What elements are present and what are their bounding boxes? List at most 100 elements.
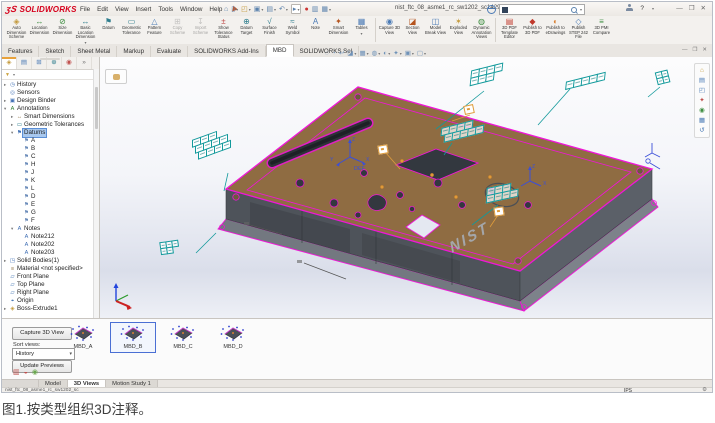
dynamic-annotation-views-button[interactable]: ◍Dynamic Annotation Views: [470, 16, 493, 44]
featuremanager-tab[interactable]: ◈: [2, 57, 17, 69]
tab-markup[interactable]: Markup: [117, 46, 151, 57]
capture-3d-view-button[interactable]: ◉Capture 3D View: [378, 16, 401, 44]
display-style-icon[interactable]: ◍▾: [372, 49, 381, 57]
preview-icon[interactable]: ◉: [32, 369, 38, 377]
filter-icon[interactable]: ▼: [5, 72, 10, 78]
3d-pmi-compare-button[interactable]: ≡3D PMI Compare: [590, 16, 613, 44]
dropdown-caret[interactable]: ▾: [249, 7, 251, 12]
dropdown-caret[interactable]: ▾: [274, 7, 276, 12]
surface-finish-button[interactable]: √Surface Finish: [258, 16, 281, 44]
dropdown-caret[interactable]: ▾: [350, 31, 373, 36]
zoom-area-icon[interactable]: ◔: [332, 50, 336, 57]
tree-item-c[interactable]: ⚑C: [2, 153, 94, 161]
search-dropdown-icon[interactable]: ▾: [580, 7, 582, 12]
annotation-views-icon[interactable]: ▦▾: [359, 49, 368, 57]
palette-icon[interactable]: ✦: [699, 97, 704, 104]
dropdown-caret[interactable]: ▾: [400, 51, 402, 56]
appearance-icon[interactable]: ✦▾: [393, 49, 401, 57]
view-thumbnail-mbd_a[interactable]: MBD_A: [60, 322, 106, 353]
auto-dimension-scheme-button[interactable]: ◈Auto Dimension Scheme: [5, 16, 28, 44]
publish-to-3d-pdf-button[interactable]: ◆Publish to 3D PDF: [521, 16, 544, 44]
open-icon[interactable]: ◰▾: [241, 5, 251, 13]
close-button[interactable]: ✕: [701, 4, 706, 13]
tree-item-d[interactable]: ⚑D: [2, 193, 94, 201]
resources-icon[interactable]: ▤: [699, 77, 705, 84]
menu-tools[interactable]: Tools: [158, 6, 173, 13]
dropdown-caret[interactable]: ▾: [329, 7, 331, 12]
tree-item-h[interactable]: ⚑H: [2, 161, 94, 169]
tables-button[interactable]: ▦Tables▾: [350, 16, 373, 44]
publish-edrawings-icon[interactable]: ◒: [24, 369, 28, 377]
view-settings-icon[interactable]: ▢▾: [417, 49, 426, 57]
size-dimension-button[interactable]: ⊘Size Dimension: [51, 16, 74, 44]
tree-item-note202[interactable]: ANote202: [2, 241, 94, 249]
dropdown-caret[interactable]: ▾: [388, 51, 390, 56]
tree-item-right-plane[interactable]: ▱Right Plane: [2, 289, 94, 297]
displaymanager-tab[interactable]: ◉: [62, 57, 77, 69]
tree-item-note212[interactable]: ANote212: [2, 233, 94, 241]
print-icon[interactable]: ▤▾: [266, 5, 276, 13]
hide-show-icon[interactable]: ◐▾: [383, 50, 390, 57]
propertymanager-tab[interactable]: ▤: [17, 57, 32, 69]
tree-item-e[interactable]: ⚑E: [2, 201, 94, 209]
tree-item-boss-extrude1[interactable]: ▸◈Boss-Extrude1: [2, 305, 94, 313]
options-icon[interactable]: ▥: [312, 5, 319, 13]
tree-item-geometric-tolerances[interactable]: ▸▭Geometric Tolerances: [2, 121, 94, 129]
tree-item-sensors[interactable]: ◎Sensors: [2, 89, 94, 97]
part-3d-model[interactable]: NIST: [218, 87, 658, 311]
section-view-icon[interactable]: ◪▾: [347, 49, 356, 57]
tab-evaluate[interactable]: Evaluate: [151, 46, 188, 57]
datum-flag[interactable]: [493, 206, 504, 216]
dropdown-caret[interactable]: ▾: [354, 51, 356, 56]
tab-solidworks-add-ins[interactable]: SOLIDWORKS Add-Ins: [188, 46, 266, 57]
menu-edit[interactable]: Edit: [97, 6, 108, 13]
tree-item-annotations[interactable]: ▾AAnnotations: [2, 105, 94, 113]
minimize-button[interactable]: —: [676, 4, 683, 13]
design-library-icon[interactable]: ◰: [699, 87, 705, 94]
help-button[interactable]: ?: [640, 5, 644, 12]
pattern-feature-button[interactable]: △Pattern Feature: [143, 16, 166, 44]
status-gear-icon[interactable]: ⚙: [702, 387, 707, 393]
globe-icon[interactable]: [487, 5, 496, 14]
search-icon[interactable]: [571, 7, 577, 13]
help-dropdown-icon[interactable]: ▾: [652, 6, 654, 11]
location-dimension-button[interactable]: ↔Location Dimension: [28, 16, 51, 44]
graphics-viewport[interactable]: NIST: [100, 57, 712, 318]
view-thumbnail-mbd_d[interactable]: MBD_D: [210, 322, 256, 353]
view-thumbnail-mbd_b[interactable]: MBD_B: [110, 322, 156, 353]
tree-item-j[interactable]: ⚑J: [2, 169, 94, 177]
dropdown-caret[interactable]: ▾: [286, 7, 288, 12]
new-document-icon[interactable]: ▯▾: [231, 5, 238, 13]
view-thumbnail-mbd_c[interactable]: MBD_C: [160, 322, 206, 353]
tree-item-a[interactable]: ⚑A: [2, 137, 94, 145]
panes-icon[interactable]: ▦▾: [321, 5, 331, 13]
tree-item-f[interactable]: ⚑F: [2, 217, 94, 225]
dropdown-caret[interactable]: ▾: [378, 51, 380, 56]
dropdown-caret[interactable]: ▾: [236, 7, 238, 12]
forum-icon[interactable]: ↺: [699, 127, 704, 134]
home-icon[interactable]: ⌂: [224, 6, 228, 13]
rebuild-icon[interactable]: ●: [304, 6, 308, 13]
model-break-view-button[interactable]: ◫Model Break View: [424, 16, 447, 44]
tree-item-origin[interactable]: ⌖Origin: [2, 297, 94, 305]
select-icon[interactable]: ▸▾: [291, 4, 302, 14]
search-scope-icon[interactable]: [502, 7, 508, 13]
restore-button[interactable]: ❐: [689, 4, 695, 13]
gdt-annotation[interactable]: [159, 240, 178, 254]
note-button[interactable]: ANote: [304, 16, 327, 44]
3d-pdf-template-editor-button[interactable]: ▤3D PDF Template Editor: [498, 16, 521, 44]
publish-to-edrawings-button[interactable]: ◐Publish to eDrawings: [544, 16, 567, 44]
status-units[interactable]: IPS: [624, 388, 632, 393]
weld-symbol-button[interactable]: ≈Weld Symbol: [281, 16, 304, 44]
tab-features[interactable]: Features: [2, 46, 39, 57]
previous-view-icon[interactable]: ↩: [339, 49, 344, 57]
appearances-icon[interactable]: ◉: [699, 107, 705, 114]
tree-item-note203[interactable]: ANote203: [2, 249, 94, 257]
tab-sheet-metal[interactable]: Sheet Metal: [71, 46, 117, 57]
publish-pdf-icon[interactable]: ▥: [13, 369, 20, 377]
dropdown-caret[interactable]: ▾: [261, 7, 263, 12]
tree-item-b[interactable]: ⚑B: [2, 145, 94, 153]
user-account-icon[interactable]: [626, 4, 633, 12]
tree-item-smart-dimensions[interactable]: ▸↔Smart Dimensions: [2, 113, 94, 121]
menu-file[interactable]: File: [80, 6, 90, 13]
